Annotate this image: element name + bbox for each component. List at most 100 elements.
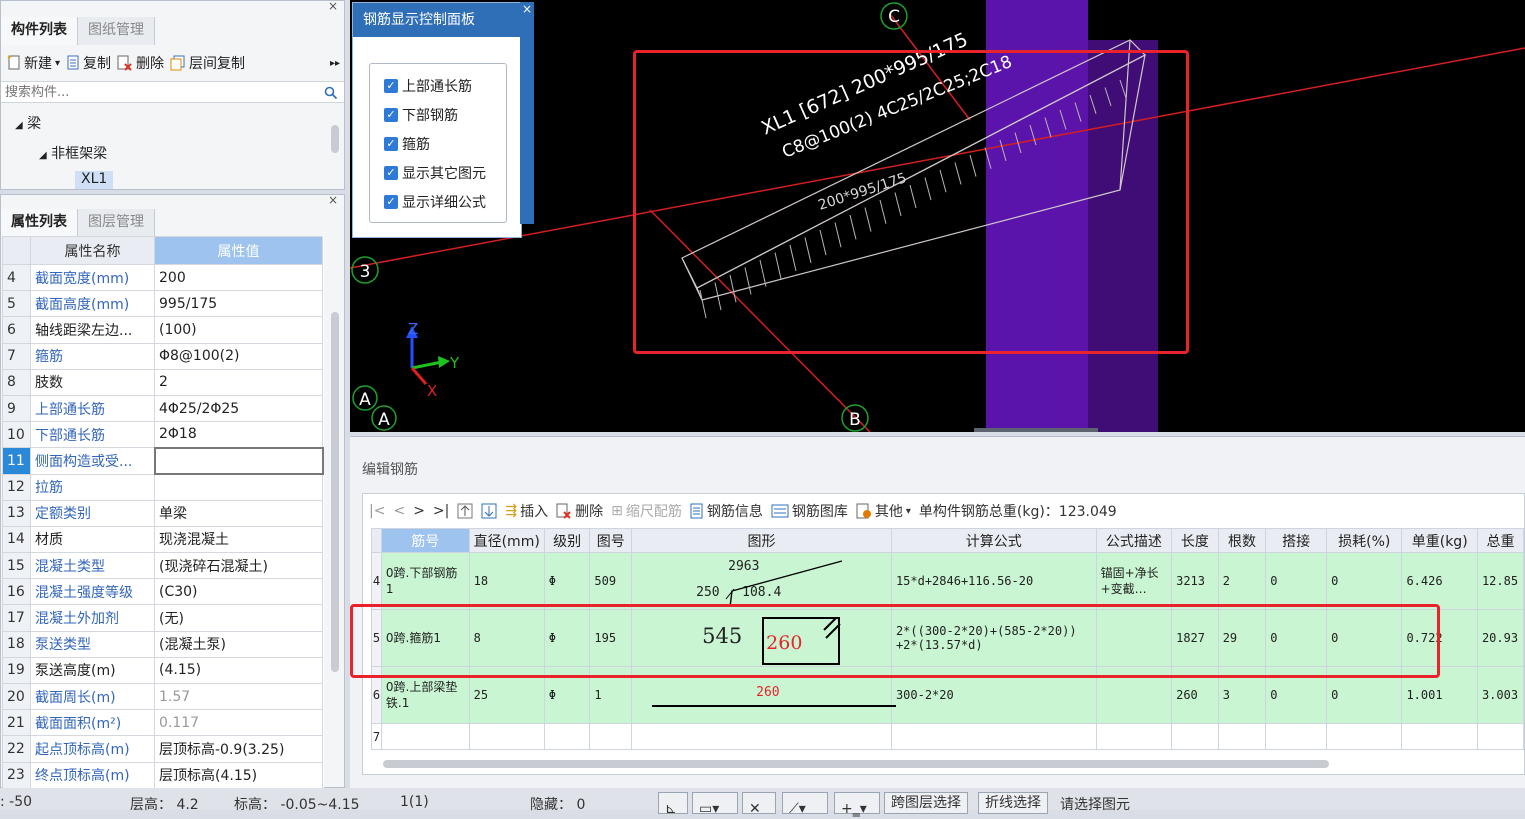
last-icon[interactable]: >| <box>433 503 449 519</box>
property-value[interactable]: (混凝土泵) <box>154 630 323 658</box>
select-mode-button[interactable]: ▭▾ <box>692 792 738 817</box>
rebar-header-cell[interactable]: 图形 <box>631 528 892 553</box>
tree-node-nonframe-beam[interactable]: ◢ 非框架梁 <box>39 143 107 163</box>
copy-button[interactable]: 复制 <box>66 53 111 73</box>
other-button[interactable]: 其他 ▾ <box>856 501 911 521</box>
rebar-cell-unit[interactable]: 6.426 <box>1401 552 1478 610</box>
property-value[interactable]: Φ8@100(2) <box>154 342 323 370</box>
property-value[interactable]: (C30) <box>154 578 323 606</box>
rebar-cell-total[interactable]: 3.003 <box>1476 666 1525 724</box>
offset-button[interactable]: +‗▾ <box>834 792 880 817</box>
move-up-icon[interactable] <box>457 503 473 519</box>
rebar-cell-loss[interactable]: 0 <box>1326 552 1403 610</box>
rebar-header-cell[interactable]: 长度 <box>1171 528 1219 553</box>
viewport-splitter[interactable] <box>974 428 1098 432</box>
property-value[interactable]: 995/175 <box>154 290 323 318</box>
property-row[interactable]: 13 定额类别 单梁 <box>2 499 323 527</box>
scale-rebar-button[interactable]: ⊞ 缩尺配筋 <box>611 501 682 521</box>
rebar-cell-desc[interactable] <box>1095 723 1173 750</box>
property-value[interactable]: 层顶标高-0.9(3.25) <box>154 735 323 763</box>
rebar-cell-unit[interactable] <box>1401 723 1478 750</box>
rebar-header-cell[interactable]: 计算公式 <box>890 528 1097 553</box>
rebar-cell-len[interactable]: 3213 <box>1171 552 1219 610</box>
tree-node-beam[interactable]: ◢ 梁 <box>15 113 41 133</box>
property-row[interactable]: 14 材质 现浇混凝土 <box>2 525 323 554</box>
prev-icon[interactable]: < <box>393 503 405 519</box>
snap-button[interactable]: ⟋▾ <box>782 792 828 817</box>
insert-button[interactable]: ⇶ 插入 <box>505 501 548 521</box>
rebar-table-hscroll[interactable] <box>383 760 1329 768</box>
rebar-cell-lap[interactable]: 0 <box>1265 552 1328 610</box>
property-value[interactable]: 200 <box>154 263 323 292</box>
property-row[interactable]: 5 截面高度(mm) 995/175 <box>2 290 323 318</box>
rebar-cell-total[interactable]: 20.93 <box>1476 609 1525 667</box>
rebar-cell-dia[interactable] <box>468 723 545 750</box>
rebar-header-cell[interactable]: 公式描述 <box>1095 528 1173 553</box>
rebar-cell-grade[interactable] <box>543 723 591 750</box>
property-value[interactable]: 层顶标高(4.15) <box>154 761 323 789</box>
property-value[interactable]: 4Φ25/2Φ25 <box>154 394 323 423</box>
property-value[interactable] <box>153 446 324 476</box>
rebar-cell-formula[interactable]: 15*d+2846+116.56-20 <box>890 552 1097 610</box>
rebar-cell-grade[interactable]: Φ <box>543 552 591 610</box>
option-bottom-bar[interactable]: ✓ 下部钢筋 <box>384 105 458 125</box>
rebar-header-cell[interactable]: 图号 <box>589 528 633 553</box>
property-value[interactable]: 0.117 <box>154 709 323 737</box>
rebar-library-button[interactable]: 钢筋图库 <box>771 501 848 521</box>
rebar-header-cell[interactable]: 单重(kg) <box>1401 528 1478 553</box>
property-row[interactable]: 7 箍筋 Φ8@100(2) <box>2 342 323 370</box>
rebar-header-cell[interactable]: 搭接 <box>1265 528 1328 553</box>
property-row[interactable]: 18 泵送类型 (混凝土泵) <box>2 630 323 658</box>
move-down-icon[interactable] <box>481 503 497 519</box>
search-icon[interactable] <box>324 86 338 100</box>
property-row[interactable]: 17 混凝土外加剂 (无) <box>2 604 323 632</box>
rebar-cell-name[interactable]: 0跨.下部钢筋1 <box>380 552 470 610</box>
property-value[interactable]: 1.57 <box>154 682 323 711</box>
property-row[interactable]: 21 截面面积(m²) 0.117 <box>2 709 323 737</box>
rebar-cell-desc[interactable]: 锚固+净长+变截… <box>1095 552 1173 610</box>
delete-rebar-button[interactable]: 删除 <box>556 501 603 521</box>
property-row[interactable]: 9 上部通长筋 4Φ25/2Φ25 <box>2 394 323 423</box>
rebar-cell-count[interactable]: 2 <box>1217 552 1267 610</box>
property-row[interactable]: 10 下部通长筋 2Φ18 <box>2 421 323 449</box>
tab-property-list[interactable]: 属性列表 <box>1 209 78 237</box>
property-value[interactable]: (100) <box>154 316 323 344</box>
property-row[interactable]: 22 起点顶标高(m) 层顶标高-0.9(3.25) <box>2 735 323 763</box>
next-icon[interactable]: > <box>413 503 425 519</box>
cross-button[interactable]: ✕ <box>742 792 776 817</box>
close-icon[interactable]: × <box>328 0 338 13</box>
property-row[interactable]: 23 终点顶标高(m) 层顶标高(4.15) <box>2 761 323 789</box>
close-icon[interactable]: × <box>328 193 338 207</box>
delete-button[interactable]: 删除 <box>117 53 164 73</box>
property-row[interactable]: 19 泵送高度(m) (4.15) <box>2 656 323 685</box>
tab-component-list[interactable]: 构件列表 <box>1 17 78 45</box>
first-icon[interactable]: |< <box>369 503 385 519</box>
property-row[interactable]: 16 混凝土强度等级 (C30) <box>2 578 323 606</box>
control-panel-close-button[interactable]: × <box>520 2 534 224</box>
rebar-cell-name[interactable] <box>380 723 470 750</box>
tree-node-xl1[interactable]: XL1 <box>75 171 114 189</box>
property-value[interactable]: (4.15) <box>154 656 323 685</box>
rebar-cell-formula[interactable] <box>890 723 1097 750</box>
rebar-cell-total[interactable] <box>1476 723 1525 750</box>
checkbox-icon[interactable]: ✓ <box>384 108 398 122</box>
rebar-cell-count[interactable] <box>1217 723 1267 750</box>
checkbox-icon[interactable]: ✓ <box>384 195 398 209</box>
rebar-shape-cell[interactable]: 2963 250 108.4 <box>631 552 892 610</box>
option-top-bar[interactable]: ✓ 上部通长筋 <box>384 76 472 96</box>
orthogonal-button[interactable]: ⊾ <box>658 792 688 817</box>
search-input[interactable] <box>1 82 301 102</box>
property-row[interactable]: 12 拉筋 <box>2 473 323 501</box>
polyline-select-button[interactable]: 折线选择 <box>978 792 1048 814</box>
tab-layer-manage[interactable]: 图层管理 <box>78 209 155 237</box>
option-stirrup[interactable]: ✓ 箍筋 <box>384 134 430 154</box>
property-row[interactable]: 15 混凝土类型 (现浇碎石混凝土) <box>2 552 323 580</box>
rebar-row[interactable]: 7 <box>371 723 1525 750</box>
rebar-header-cell[interactable]: 根数 <box>1217 528 1267 553</box>
rebar-header-cell[interactable]: 筋号 <box>380 528 470 553</box>
property-row[interactable]: 8 肢数 2 <box>2 368 323 396</box>
property-row[interactable]: 11 侧面构造或受... <box>2 446 324 476</box>
option-detail-formula[interactable]: ✓ 显示详细公式 <box>384 192 486 212</box>
property-value[interactable]: (无) <box>154 604 323 632</box>
rebar-header-cell[interactable]: 损耗(%) <box>1326 528 1403 553</box>
